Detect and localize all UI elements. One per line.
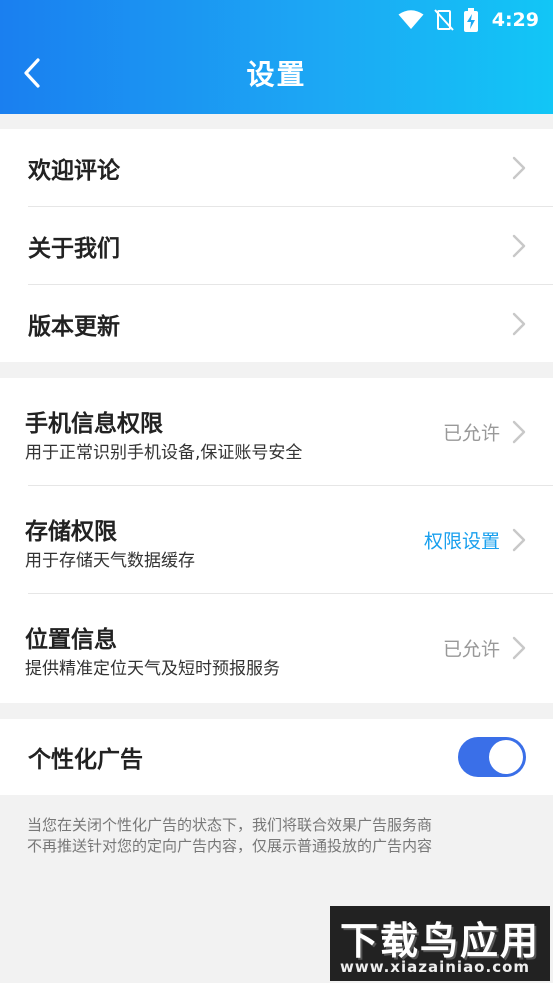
permission-description: 用于正常识别手机设备,保证账号安全 — [25, 443, 303, 463]
chevron-right-icon — [512, 156, 526, 180]
permission-label: 位置信息 — [25, 627, 117, 653]
permission-item-phone[interactable]: 手机信息权限 用于正常识别手机设备,保证账号安全 已允许 — [0, 378, 553, 486]
permission-description: 用于存储天气数据缓存 — [25, 551, 195, 571]
settings-item-comments[interactable]: 欢迎评论 — [0, 129, 553, 207]
ads-footer-note: 当您在关闭个性化广告的状态下，我们将联合效果广告服务商 不再推送针对您的定向广告… — [27, 815, 532, 857]
battery-charging-icon — [463, 8, 478, 32]
permission-status: 已允许 — [442, 422, 500, 445]
chevron-right-icon — [512, 234, 526, 258]
footer-note-line-1: 当您在关闭个性化广告的状态下，我们将联合效果广告服务商 — [27, 816, 433, 834]
status-bar: 4:29 — [0, 0, 553, 40]
footer-note-line-2: 不再推送针对您的定向广告内容，仅展示普通投放的广告内容 — [27, 837, 433, 855]
settings-item-about[interactable]: 关于我们 — [0, 207, 553, 285]
toggle-knob — [489, 740, 523, 774]
permission-description: 提供精准定位天气及短时预报服务 — [25, 659, 280, 679]
watermark-url: www.xiazainiao.com — [340, 958, 531, 976]
personalized-ads-toggle[interactable] — [458, 737, 526, 777]
general-settings-group: 欢迎评论 关于我们 版本更新 — [0, 129, 553, 362]
permission-item-location[interactable]: 位置信息 提供精准定位天气及短时预报服务 已允许 — [0, 594, 553, 702]
app-header: 4:29 设置 — [0, 0, 553, 114]
permission-settings-link[interactable]: 权限设置 — [424, 527, 500, 554]
settings-item-update[interactable]: 版本更新 — [0, 285, 553, 363]
chevron-right-icon — [512, 312, 526, 336]
permission-label: 手机信息权限 — [25, 411, 163, 437]
permission-label: 存储权限 — [25, 519, 117, 545]
settings-item-label: 版本更新 — [28, 314, 120, 340]
settings-item-label: 关于我们 — [28, 236, 120, 262]
settings-item-label: 欢迎评论 — [28, 158, 120, 184]
chevron-right-icon — [512, 636, 526, 660]
ads-group: 个性化广告 — [0, 719, 553, 795]
page-title: 设置 — [246, 58, 307, 91]
chevron-right-icon — [512, 420, 526, 444]
chevron-right-icon — [512, 528, 526, 552]
permission-status: 已允许 — [442, 638, 500, 661]
watermark-logo: 下载鸟应用 www.xiazainiao.com — [330, 906, 550, 981]
wifi-icon — [398, 10, 424, 30]
watermark-title: 下载鸟应用 — [340, 919, 541, 963]
status-time: 4:29 — [491, 9, 539, 31]
personalized-ads-label: 个性化广告 — [28, 747, 143, 773]
permission-item-storage[interactable]: 存储权限 用于存储天气数据缓存 权限设置 — [0, 486, 553, 594]
permissions-group: 手机信息权限 用于正常识别手机设备,保证账号安全 已允许 存储权限 用于存储天气… — [0, 378, 553, 703]
no-signal-icon — [433, 9, 454, 31]
